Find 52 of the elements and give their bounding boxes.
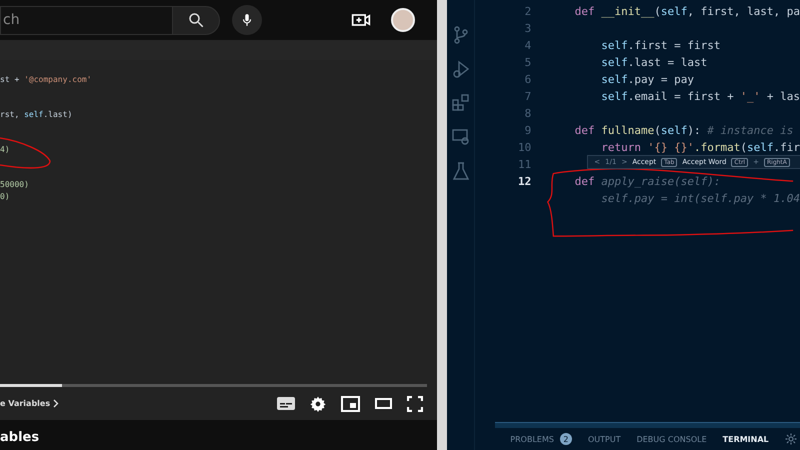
microphone-button[interactable] [232, 5, 262, 35]
code-line: 50000) [0, 179, 30, 190]
search-button[interactable] [172, 6, 220, 34]
code-line: self.last = last [600, 55, 708, 71]
source-control-icon[interactable] [452, 26, 469, 44]
theater-mode-icon[interactable] [375, 398, 392, 409]
miniplayer-icon[interactable] [341, 396, 360, 412]
code-line: 0) [0, 191, 11, 202]
line-number: 5 [524, 55, 532, 71]
code-line: rst, self.last) [0, 109, 74, 120]
code-line: 4) [0, 144, 11, 155]
line-number: 8 [524, 106, 532, 122]
line-number: 4 [524, 38, 532, 54]
chevron-icon [53, 399, 60, 408]
line-number: 10 [517, 140, 532, 156]
count-badge: 2 [560, 433, 572, 445]
code-line: return '{} {}'.format(self.fir [600, 140, 800, 156]
line-number: 6 [524, 72, 532, 88]
line-number: 2 [524, 4, 532, 20]
video-title: ables [0, 429, 40, 447]
line-number: 12 [517, 174, 532, 190]
search-icon [187, 11, 205, 29]
code-line: self.email = first + '_' + las [600, 89, 800, 105]
avatar[interactable] [391, 8, 416, 32]
code-line: self.pay = pay [600, 72, 694, 88]
extensions-icon[interactable] [452, 94, 470, 112]
code-line: self.pay = int(self.pay * 1.04 [600, 191, 800, 207]
panel-tab[interactable]: TERMINAL [722, 434, 769, 444]
subtitles-icon[interactable] [277, 397, 296, 410]
line-number: 3 [524, 21, 532, 37]
search-field[interactable]: ch [0, 6, 172, 34]
panel-tab[interactable]: DEBUG CONSOLE [636, 434, 707, 444]
code-line: def apply_raise(self): [574, 174, 720, 190]
progress-bar[interactable] [0, 384, 428, 387]
settings-icon[interactable] [310, 396, 326, 412]
fullscreen-icon[interactable] [407, 396, 424, 412]
scrollbar[interactable] [495, 422, 800, 428]
flask-icon[interactable] [452, 162, 469, 180]
panel-tab[interactable]: PROBLEMS 2 [510, 433, 572, 445]
run-debug-icon[interactable] [452, 60, 469, 78]
code-line: def fullname(self): # instance is [574, 123, 794, 139]
line-number: 9 [524, 123, 532, 139]
line-number: 11 [517, 157, 532, 173]
code-line: def __init__(self, first, last, pa [574, 4, 800, 20]
chapter-link[interactable]: e Variables [0, 399, 60, 408]
remote-explorer-icon[interactable] [452, 128, 470, 146]
line-number: 7 [524, 89, 532, 105]
panel-tab[interactable]: OUTPUT [588, 434, 621, 444]
create-video-icon[interactable] [351, 12, 372, 28]
code-line: st + '@company.com' [0, 74, 93, 85]
microphone-icon [240, 12, 254, 28]
code-line: self.first = first [600, 38, 720, 54]
